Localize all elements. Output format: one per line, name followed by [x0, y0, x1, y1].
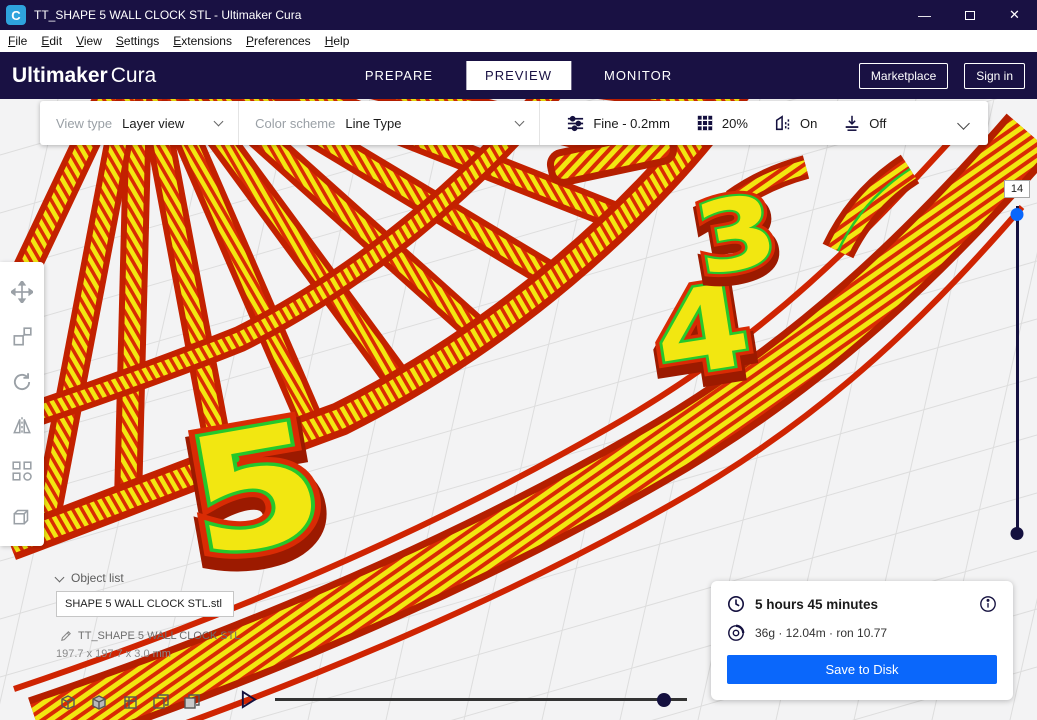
tab-prepare[interactable]: PREPARE [346, 61, 452, 90]
scale-tool-button[interactable] [11, 326, 33, 348]
print-profile-setting[interactable]: Fine - 0.2mm [566, 114, 670, 133]
menu-preferences[interactable]: Preferences [239, 34, 318, 48]
adhesion-setting[interactable]: Off [843, 114, 886, 132]
menu-file[interactable]: File [1, 34, 34, 48]
layer-number-badge: 14 [1004, 180, 1030, 198]
adhesion-value: Off [869, 115, 887, 131]
menu-view[interactable]: View [69, 34, 109, 48]
material-estimate: 36g · 12.04m · ron 10.77 [755, 626, 888, 640]
model-cube-icon-3[interactable] [120, 692, 140, 712]
window-title: TT_SHAPE 5 WALL CLOCK STL - Ultimaker Cu… [34, 8, 302, 22]
color-scheme-dropdown[interactable]: Line Type [345, 115, 525, 131]
chevron-down-icon [213, 116, 224, 126]
infill-icon [697, 115, 713, 131]
print-settings-expand-button[interactable] [949, 116, 970, 131]
view-type-label: View type [56, 115, 113, 131]
save-to-disk-button[interactable]: Save to Disk [727, 655, 997, 684]
support-blocker-button[interactable] [11, 505, 33, 527]
object-list-panel: Object list SHAPE 5 WALL CLOCK STL.stl T… [54, 571, 240, 660]
print-summary-card: 5 hours 45 minutes 36g · 12.04m · ron 10… [711, 581, 1013, 700]
close-button[interactable]: ✕ [992, 0, 1037, 30]
support-icon [775, 115, 790, 131]
layer-slider-track[interactable] [1016, 206, 1019, 534]
tab-preview[interactable]: PREVIEW [466, 61, 571, 90]
info-icon[interactable] [979, 595, 997, 613]
color-scheme-value: Line Type [345, 115, 402, 131]
clock-icon [727, 595, 745, 613]
chevron-down-icon [514, 116, 525, 126]
model-name-row: TT_SHAPE 5 WALL CLOCK STL [60, 630, 240, 642]
support-value: On [799, 115, 818, 131]
app-logo: Ultimaker Cura [12, 64, 156, 88]
model-dimensions: 197.7 x 197.7 x 3.0 mm [56, 648, 171, 660]
maximize-button[interactable] [947, 0, 992, 30]
menubar: File Edit View Settings Extensions Prefe… [0, 30, 1037, 52]
profile-value: Fine - 0.2mm [593, 115, 670, 131]
pencil-icon[interactable] [60, 630, 72, 642]
model-copy-icon-1[interactable] [151, 692, 171, 712]
chevron-down-icon [957, 116, 970, 130]
cura-app-icon-letter: C [11, 7, 21, 23]
print-time-estimate: 5 hours 45 minutes [755, 596, 879, 612]
model-cube-icon-2[interactable] [89, 692, 109, 712]
layer-slider-upper-handle[interactable] [1010, 208, 1024, 221]
minimize-button[interactable]: — [902, 0, 947, 30]
mirror-tool-button[interactable] [11, 415, 33, 437]
3d-viewport[interactable]: 5 4 3 [0, 99, 1037, 720]
adhesion-icon [845, 115, 859, 131]
toolbar-divider [539, 101, 541, 145]
maximize-icon [964, 10, 975, 20]
tab-monitor[interactable]: MONITOR [585, 61, 691, 90]
marketplace-button[interactable]: Marketplace [858, 62, 949, 89]
layer-slider-lower-handle[interactable] [1010, 527, 1024, 540]
titlebar: C TT_SHAPE 5 WALL CLOCK STL - Ultimaker … [0, 0, 1037, 30]
logo-ultimaker: Ultimaker [12, 63, 108, 87]
stage-tabs: PREPARE PREVIEW MONITOR [346, 61, 691, 90]
menu-extensions[interactable]: Extensions [166, 34, 239, 48]
model-tools-panel [0, 262, 44, 546]
color-scheme-label: Color scheme [255, 115, 336, 131]
simulation-slider-handle[interactable] [657, 692, 671, 707]
simulation-timeline-slider[interactable] [275, 692, 687, 707]
per-model-settings-button[interactable] [11, 460, 33, 482]
support-setting[interactable]: On [774, 114, 817, 132]
filament-spool-icon [728, 624, 745, 641]
rotate-tool-button[interactable] [11, 371, 33, 393]
layer-slider: 14 [1003, 180, 1031, 540]
model-copy-icon-2[interactable] [182, 692, 202, 712]
toolbar-divider [238, 101, 240, 145]
view-type-dropdown[interactable]: Layer view [122, 115, 224, 131]
move-tool-button[interactable] [9, 279, 35, 305]
menu-help[interactable]: Help [318, 34, 357, 48]
simulation-controls [240, 690, 687, 709]
bottom-model-icons [58, 692, 202, 712]
object-list-item[interactable]: SHAPE 5 WALL CLOCK STL.stl [56, 591, 234, 617]
menu-edit[interactable]: Edit [34, 34, 69, 48]
object-list-item-name: SHAPE 5 WALL CLOCK STL.stl [65, 598, 222, 610]
play-button[interactable] [240, 690, 257, 709]
cura-app-icon: C [6, 5, 26, 25]
header: Ultimaker Cura PREPARE PREVIEW MONITOR Ma… [0, 52, 1037, 99]
profile-sliders-icon [568, 115, 584, 131]
object-list-toggle[interactable]: Object list [54, 571, 240, 585]
view-options-toolbar: View type Layer view Color scheme Line T… [40, 101, 988, 145]
header-right: Marketplace Sign in [858, 62, 1025, 89]
view-type-value: Layer view [122, 115, 185, 131]
infill-value: 20% [721, 115, 748, 131]
menu-settings[interactable]: Settings [109, 34, 166, 48]
object-list-label: Object list [71, 571, 124, 585]
model-cube-icon-1[interactable] [58, 692, 78, 712]
logo-cura: Cura [110, 63, 157, 87]
signin-button[interactable]: Sign in [964, 62, 1025, 89]
model-name: TT_SHAPE 5 WALL CLOCK STL [78, 630, 241, 642]
window-controls: — ✕ [902, 0, 1037, 30]
chevron-down-icon [54, 572, 65, 582]
infill-setting[interactable]: 20% [696, 114, 748, 132]
